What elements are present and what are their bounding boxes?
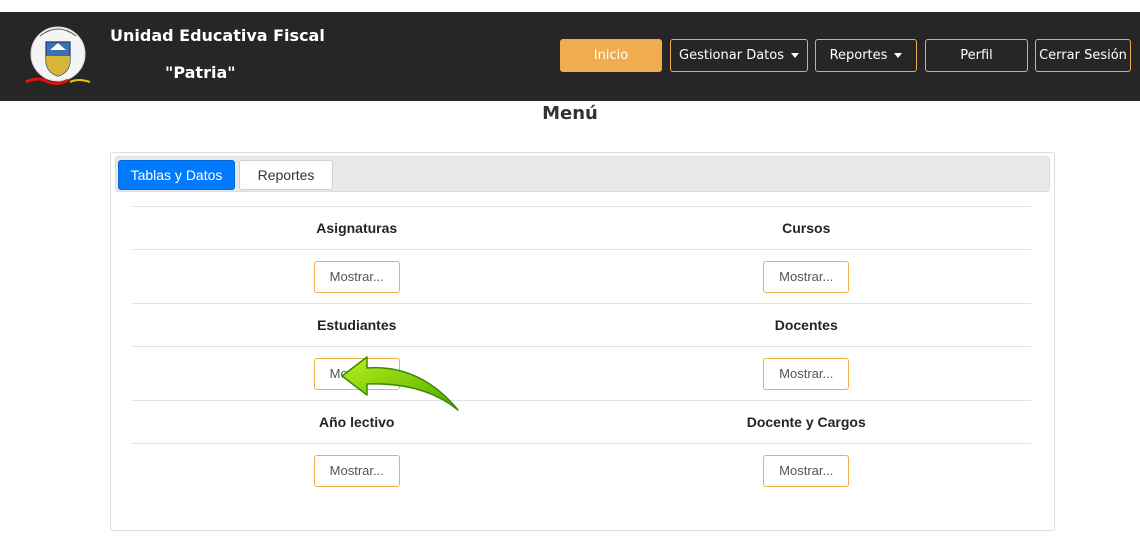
table-row: Estudiantes Docentes: [132, 303, 1031, 346]
top-navbar: Unidad Educativa Fiscal "Patria" Inicio …: [0, 12, 1140, 101]
nav-inicio-button[interactable]: Inicio: [560, 39, 662, 72]
nav-inicio-label: Inicio: [593, 48, 629, 63]
nav-cerrar-label: Cerrar Sesión: [1039, 48, 1127, 63]
show-asignaturas-button[interactable]: Mostrar...: [313, 260, 400, 293]
item-label-asignaturas: Asignaturas: [316, 220, 398, 236]
item-label-cursos: Cursos: [782, 220, 831, 236]
nav-cerrar-sesion-button[interactable]: Cerrar Sesión: [1035, 39, 1131, 72]
nav-gestionar-label: Gestionar Datos: [679, 48, 784, 63]
item-label-estudiantes: Estudiantes: [317, 317, 397, 333]
nav-perfil-button[interactable]: Perfil: [925, 39, 1028, 72]
nav-reportes-dropdown[interactable]: Reportes: [815, 39, 917, 72]
show-docente-y-cargos-button[interactable]: Mostrar...: [763, 454, 850, 487]
nav-gestionar-datos-dropdown[interactable]: Gestionar Datos: [670, 39, 808, 72]
page-title: Menú: [542, 103, 598, 124]
item-label-ano-lectivo: Año lectivo: [319, 414, 395, 430]
table-row: Año lectivo Docente y Cargos: [132, 400, 1031, 443]
table-row: Asignaturas Cursos: [132, 206, 1031, 249]
table-row: Mostrar... Mostrar...: [132, 443, 1031, 497]
brand-subtitle: "Patria": [165, 63, 236, 82]
brand-title: Unidad Educativa Fiscal: [110, 26, 325, 45]
show-ano-lectivo-button[interactable]: Mostrar...: [313, 454, 400, 487]
menu-panel: Tablas y Datos Reportes Asignaturas Curs…: [110, 152, 1055, 531]
menu-grid: Asignaturas Cursos Mostrar... Mostrar...…: [132, 206, 1031, 497]
school-crest-icon: [25, 26, 91, 86]
show-cursos-button[interactable]: Mostrar...: [763, 260, 850, 293]
caret-down-icon: [894, 53, 903, 58]
tab-tablas-y-datos[interactable]: Tablas y Datos: [118, 160, 235, 190]
show-docentes-button[interactable]: Mostrar...: [763, 357, 850, 390]
item-label-docentes: Docentes: [774, 317, 838, 333]
caret-down-icon: [791, 53, 799, 58]
nav-reportes-label: Reportes: [829, 48, 888, 63]
show-estudiantes-button[interactable]: Mostrar...: [313, 357, 400, 390]
table-row: Mostrar... Mostrar...: [132, 346, 1031, 400]
tab-bar: Tablas y Datos Reportes: [115, 156, 1050, 192]
nav-perfil-label: Perfil: [960, 48, 993, 63]
table-row: Mostrar... Mostrar...: [132, 249, 1031, 303]
tab-reportes[interactable]: Reportes: [239, 160, 333, 190]
item-label-docente-y-cargos: Docente y Cargos: [746, 414, 866, 430]
